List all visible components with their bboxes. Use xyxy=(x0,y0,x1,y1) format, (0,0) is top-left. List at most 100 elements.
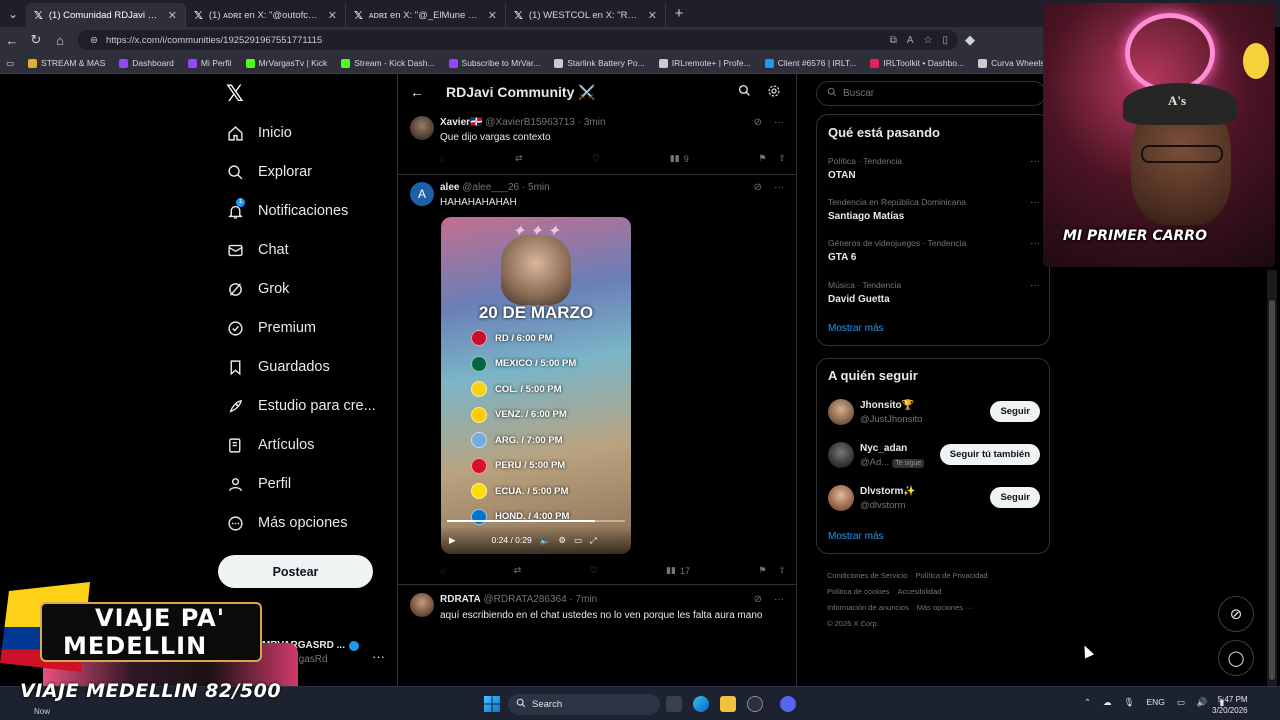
captions-icon[interactable]: ▭ xyxy=(574,535,582,546)
views-button[interactable]: ▮▮ 9 xyxy=(670,153,689,164)
back-icon[interactable]: ← xyxy=(0,33,24,48)
new-tab-button[interactable]: + xyxy=(666,5,692,22)
reload-icon[interactable]: ↻ xyxy=(24,32,48,48)
browser-tab[interactable]: 𝕏 (1) ᴀᴅʀɪ en X: "@outofcontexKick ✕ xyxy=(186,3,346,27)
more-icon[interactable]: ··· xyxy=(774,594,784,605)
show-more-link[interactable]: Mostrar más xyxy=(828,323,884,334)
scroll-thumb[interactable] xyxy=(1269,300,1275,680)
nav-item-estudio[interactable]: Estudio para cre... xyxy=(226,397,376,415)
nav-item-guardados[interactable]: Guardados xyxy=(226,358,330,376)
volume-icon[interactable]: 🔊 xyxy=(1197,697,1208,708)
avatar[interactable]: A xyxy=(410,182,434,206)
home-icon[interactable]: ⌂ xyxy=(48,33,72,48)
post-author-name[interactable]: alee xyxy=(440,182,459,193)
site-info-icon[interactable]: ⊜ xyxy=(90,35,98,46)
messages-fab-icon[interactable]: ◯ xyxy=(1218,640,1254,676)
bookmark-item[interactable]: Dashboard xyxy=(119,58,174,68)
mic-icon[interactable]: 🎙 xyxy=(1124,697,1135,708)
footer-link[interactable]: Política de cookies xyxy=(827,587,890,596)
favorite-icon[interactable]: ☆ xyxy=(924,35,933,46)
volume-icon[interactable]: 🔈 xyxy=(540,535,551,546)
share-icon[interactable]: ⇧ xyxy=(778,565,786,576)
close-icon[interactable]: ✕ xyxy=(648,9,657,22)
bookmark-icon[interactable]: ⚑ xyxy=(758,153,766,164)
post-time[interactable]: · 7min xyxy=(569,594,597,605)
footer-link[interactable]: Accesibilidad xyxy=(898,587,942,596)
nav-item-premium[interactable]: Premium xyxy=(226,319,316,337)
bookmark-item[interactable]: Curva Wheels CFF7€ xyxy=(978,58,1045,68)
grok-icon[interactable]: ⊘ xyxy=(754,594,762,605)
bookmark-item[interactable]: Stream - Kick Dash... xyxy=(341,58,435,68)
account-more-icon[interactable]: ··· xyxy=(372,649,385,664)
more-icon[interactable]: ··· xyxy=(1030,156,1040,167)
nav-item-perfil[interactable]: Perfil xyxy=(226,475,291,493)
follow-back-button[interactable]: Seguir tú también xyxy=(939,444,1040,465)
play-icon[interactable]: ▶ xyxy=(449,535,456,546)
chevron-up-icon[interactable]: ⌃ xyxy=(1084,697,1091,708)
bookmark-icon[interactable]: ⚑ xyxy=(758,565,766,576)
x-logo-icon[interactable]: 𝕏 xyxy=(226,82,244,107)
more-icon[interactable]: ··· xyxy=(1030,238,1040,249)
more-icon[interactable]: ··· xyxy=(1030,197,1040,208)
footer-link[interactable]: Más opciones ··· xyxy=(917,603,973,612)
close-icon[interactable]: ✕ xyxy=(168,9,177,22)
read-aloud-icon[interactable]: A xyxy=(907,35,914,46)
more-icon[interactable]: ··· xyxy=(774,182,784,193)
nav-item-chat[interactable]: Chat xyxy=(226,241,289,259)
show-more-link[interactable]: Mostrar más xyxy=(828,531,884,542)
trend-item[interactable]: Géneros de videojuegos · Tendencia GTA 6… xyxy=(828,238,1040,263)
avatar[interactable] xyxy=(410,116,434,140)
tab-menu-button[interactable]: ⌄ xyxy=(0,0,26,27)
windows-start-icon[interactable] xyxy=(484,696,500,712)
back-arrow-icon[interactable]: ← xyxy=(410,84,424,100)
views-button[interactable]: ▮▮ 17 xyxy=(666,565,690,576)
follow-item[interactable]: Jhonsito🏆 @JustJhonsito Seguir xyxy=(828,397,1040,427)
post-time[interactable]: · 3min xyxy=(578,117,606,128)
repost-icon[interactable]: ⇄ xyxy=(514,565,522,576)
nav-item-grok[interactable]: Grok xyxy=(226,280,289,298)
browser-tab[interactable]: 𝕏 (1) Comunidad RDJavi Community ✕ xyxy=(26,3,186,27)
search-icon[interactable] xyxy=(738,84,751,100)
bookmark-item[interactable]: Mi Perfil xyxy=(187,58,232,68)
close-icon[interactable]: ✕ xyxy=(488,9,497,22)
grok-icon[interactable]: ⊘ xyxy=(754,182,762,193)
search-input[interactable]: Buscar xyxy=(816,81,1046,106)
bookmark-item[interactable]: Starlink Battery Po... xyxy=(554,58,645,68)
post[interactable]: RDRATA @RDRATA286364 · 7min ⊘ ··· aquí e… xyxy=(398,585,796,686)
bookmark-item[interactable]: IRLremote+ | Profe... xyxy=(658,58,751,68)
bookmark-item[interactable]: MrVargasTv | Kick xyxy=(245,58,327,68)
more-icon[interactable]: ··· xyxy=(774,117,784,128)
post-time[interactable]: · 5min xyxy=(522,182,550,193)
avatar[interactable] xyxy=(410,593,434,617)
grok-fab-icon[interactable]: ⊘ xyxy=(1218,596,1254,632)
onedrive-icon[interactable]: ☁ xyxy=(1103,697,1112,708)
bookmark-item[interactable]: Client #6576 | IRLT... xyxy=(764,58,856,68)
bookmark-item[interactable]: Subscribe to MrVar... xyxy=(448,58,540,68)
nav-item-notificaciones[interactable]: 1 Notificaciones xyxy=(226,198,348,220)
post-author-handle[interactable]: @alee___26 xyxy=(462,182,519,193)
trend-item[interactable]: Tendencia en República Dominicana Santia… xyxy=(828,197,1040,222)
grok-icon[interactable]: ⊘ xyxy=(754,117,762,128)
obs-icon[interactable] xyxy=(747,696,763,712)
follow-item[interactable]: Dlvstorm✨ @dlvstorm Seguir xyxy=(828,483,1040,513)
task-view-icon[interactable] xyxy=(666,696,682,712)
extension-icon[interactable]: ◆ xyxy=(958,32,982,48)
like-icon[interactable]: ♡ xyxy=(590,565,598,576)
post-author-name[interactable]: RDRATA xyxy=(440,594,481,605)
follow-button[interactable]: Seguir xyxy=(990,487,1040,508)
bookmark-item[interactable]: IRLToolkit • Dashbo... xyxy=(870,58,964,68)
post[interactable]: Xavier🇩🇴 @XavierB15963713 · 3min ⊘ ··· Q… xyxy=(398,112,796,175)
footer-link[interactable]: Condiciones de Servicio xyxy=(827,571,907,580)
video-progress-bar[interactable] xyxy=(447,520,625,522)
language-indicator[interactable]: ENG xyxy=(1146,697,1164,708)
video-player[interactable]: ✦ ✦ ✦ 20 DE MARZO RD / 6:00 PM MEXICO / 5… xyxy=(441,217,631,554)
settings-icon[interactable]: ⚙ xyxy=(558,535,566,546)
nav-item-inicio[interactable]: Inicio xyxy=(226,124,292,142)
settings-gear-icon[interactable] xyxy=(767,84,781,101)
avatar[interactable] xyxy=(828,442,854,468)
taskbar-clock[interactable]: 5:47 PM 3/20/2026 xyxy=(1212,694,1248,716)
discord-icon[interactable] xyxy=(780,696,796,712)
edge-icon[interactable] xyxy=(693,696,709,712)
taskbar-search[interactable]: Search xyxy=(508,694,660,715)
reply-icon[interactable]: ◌ xyxy=(440,565,445,576)
